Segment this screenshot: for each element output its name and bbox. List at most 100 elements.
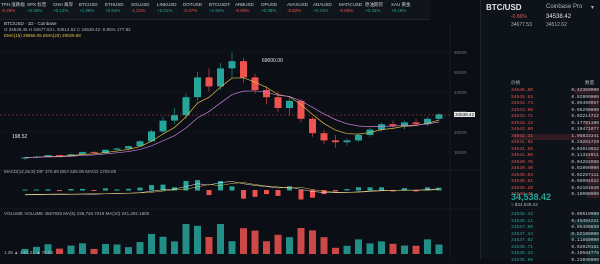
ask-row[interactable]: 34540.03 0.02297111 (511, 172, 599, 179)
bid-price: 34537.80 (511, 225, 534, 230)
bid-qty: 0.45494221 (571, 218, 599, 224)
ticker-item[interactable]: ARBUSD -0.93% (234, 0, 260, 19)
ticker-item[interactable]: AVAXUSD -0.52% (286, 0, 312, 19)
candlestick-chart[interactable]: 600005000040000300002000010000 (0, 22, 478, 259)
ask-row[interactable]: 34542.80 0.10471077 (511, 127, 599, 133)
ask-qty: 0.03018022 (571, 146, 599, 152)
bid-row[interactable]: 34537.80 0.05490850 (511, 225, 599, 231)
bid-qty: 0.00510000 (571, 212, 599, 217)
ticker-item[interactable]: XAU 黄金 +0.19% (390, 0, 416, 19)
book-header-qty: 数量 (585, 80, 595, 85)
ticker-symbol: BTCUSDT (209, 2, 231, 7)
macd-label: MACD(12,26,9) DIF 370.69 DEA 526.06 MACD… (4, 169, 117, 174)
ticker-item[interactable]: OPUSD +0.38% (260, 0, 286, 19)
volume-bar (159, 236, 167, 254)
volume-bar (251, 230, 259, 254)
candle-body (194, 77, 201, 98)
ask-row[interactable]: 34539.20 0.02101920 (511, 185, 599, 192)
ticker-item[interactable]: SOLUSD -1.21% (130, 0, 156, 19)
exchange-label[interactable]: Coinbase Pro (546, 4, 582, 10)
bid-row[interactable]: 34536.71 0.02020181 (511, 244, 599, 251)
bottom-readout: 1.39 ▲ 4.51.21 ▲ 79.08 (4, 250, 53, 255)
ask-row[interactable]: 34544.74 0.05499067 (511, 101, 599, 107)
ask-qty: 0.02000000 (571, 166, 599, 171)
chart-svg[interactable]: 600005000040000300002000010000 (0, 22, 478, 259)
ask-qty: 1.95833341 (571, 133, 599, 139)
ask-price: 34545.63 (511, 94, 534, 100)
ticker-item[interactable]: LINKUSD +2.01% (156, 0, 182, 19)
candle-body (309, 118, 316, 134)
volume-bar (67, 245, 75, 254)
ask-row[interactable]: 34542.31 1.95833341 (511, 133, 599, 140)
ask-row[interactable]: 34541.92 0.26251729 (511, 140, 599, 146)
ask-price: 34540.76 (511, 159, 534, 165)
volume-bar (56, 248, 63, 254)
macd-bar (103, 188, 108, 191)
macd-bar (356, 187, 361, 191)
ticker-item[interactable]: MATICUSD -0.66% (338, 0, 364, 19)
ticker-item[interactable]: ETHUSD +0.64% (104, 0, 130, 19)
bid-row[interactable]: 34537.02 0.11860000 (511, 238, 599, 244)
ticker-symbol: MATICUSD (339, 2, 363, 7)
ask-row[interactable]: 34545.63 0.02000000 (511, 94, 599, 101)
ticker-change: +0.55% (27, 7, 43, 13)
ask-qty: 0.04282986 (571, 159, 599, 165)
bid-row[interactable]: 34536.33 0.10584776 (511, 251, 599, 257)
ticker-change: -0.47% (183, 7, 198, 13)
last-price-sub: ≈ $34,538.42 (511, 202, 538, 207)
candle-body (343, 140, 351, 143)
volume-bar (286, 237, 293, 254)
ask-row[interactable]: 34543.71 0.02214722 (511, 114, 599, 120)
candle-body (113, 148, 121, 150)
bid-qty: 0.22040000 (571, 257, 599, 263)
ticker-item[interactable]: DOTUSD -0.47% (182, 0, 208, 19)
candle-body (263, 90, 270, 98)
volume-bar (378, 241, 385, 254)
macd-bar (229, 186, 235, 191)
ticker-item[interactable]: CNH 离岸 +0.12% (52, 0, 78, 19)
ask-qty: 0.05499067 (571, 101, 599, 106)
ticker-item[interactable]: BTCUSDT +1.84% (208, 0, 234, 19)
ask-price: 34541.55 (511, 146, 534, 152)
macd-bar (114, 189, 120, 191)
ask-row[interactable]: 34539.61 0.08991922 (511, 179, 599, 185)
bid-row[interactable]: 34537.44 0.52100000 (511, 231, 599, 238)
macd-bar (344, 189, 350, 191)
ask-row[interactable]: 34541.55 0.03018022 (511, 146, 599, 153)
ticker-item[interactable]: 原油期货 +0.44% (364, 0, 390, 19)
candle-body (240, 61, 247, 78)
bid-qty: 0.05490850 (571, 225, 599, 230)
ask-price: 34540.40 (511, 166, 534, 171)
ask-row[interactable]: 34543.96 0.06290000 (511, 107, 599, 114)
ticker-item[interactable]: ADAUSD +0.21% (312, 0, 338, 19)
bid-row[interactable]: 34538.11 0.45494221 (511, 218, 599, 225)
bid-row[interactable]: 34538.42 0.00510000 (511, 212, 599, 218)
ask-qty: 0.02297111 (571, 172, 599, 178)
candle-body (228, 61, 236, 69)
ask-qty: 0.06290000 (571, 107, 599, 113)
price-axis-tick: 20000 (454, 130, 467, 135)
ask-row[interactable]: 34540.40 0.02000000 (511, 166, 599, 172)
ask-row[interactable]: 34541.08 0.11324011 (511, 153, 599, 159)
ticker-item[interactable]: SPX 标普 +0.55% (26, 0, 52, 19)
ask-row[interactable]: 34543.12 0.17781100 (511, 120, 599, 127)
ask-price: 34542.31 (511, 133, 534, 139)
ticker-item[interactable]: BTCUSD +1.85% (78, 0, 104, 19)
candle-body (79, 152, 86, 155)
bid-row[interactable]: 34535.90 0.22040000 (511, 257, 599, 264)
volume-bar (228, 241, 236, 254)
volume-bar (424, 239, 431, 254)
ticker-symbol: AVAXUSD (287, 2, 308, 7)
candle-body (217, 68, 224, 87)
ticker-change: +1.85% (79, 7, 95, 13)
ask-row[interactable]: 34540.76 0.04282986 (511, 159, 599, 166)
volume-bar (355, 239, 362, 254)
macd-bar (80, 188, 85, 191)
price-tag: 34538.42 (454, 112, 476, 117)
ask-row[interactable]: 34546.80 0.42350000 (511, 88, 599, 94)
bid-price: 34536.33 (511, 251, 534, 256)
market-title[interactable]: BTC/USD (486, 3, 522, 12)
ticker-item[interactable]: TPH 涨跌幅 -0.25% (0, 0, 26, 19)
high-label: 34677.53 (511, 22, 532, 28)
chevron-down-icon[interactable]: ▾ (591, 4, 594, 11)
